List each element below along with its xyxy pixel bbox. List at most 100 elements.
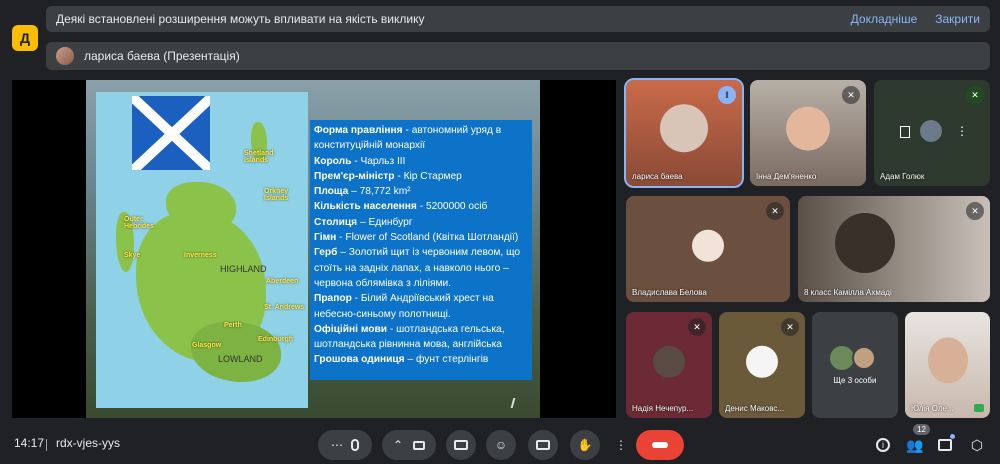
participant-name: лариса баева bbox=[632, 172, 683, 181]
map-label-skye: Skye bbox=[124, 252, 141, 259]
participant-face bbox=[927, 337, 968, 384]
participant-face bbox=[660, 104, 708, 153]
participant-name: Владислава Белова bbox=[632, 288, 707, 297]
mic-group: ⋯ bbox=[318, 430, 372, 460]
people-count-badge: 12 bbox=[913, 424, 930, 435]
info-row: Король - Чарльз III bbox=[314, 156, 405, 167]
presentation-stage[interactable]: Shetland Islands Orkney Islands Outer He… bbox=[12, 80, 616, 418]
camera-icon bbox=[974, 404, 984, 412]
participant-name: 8 класс Камілла Ахмаді bbox=[804, 288, 892, 297]
info-value: Кір Стармер bbox=[403, 170, 462, 182]
notice-details-link[interactable]: Докладніше bbox=[851, 12, 918, 26]
activities-button[interactable]: ⬡ bbox=[966, 434, 988, 456]
map-land-south bbox=[191, 322, 281, 382]
app-icon[interactable]: Д bbox=[12, 25, 38, 51]
leave-call-button[interactable] bbox=[636, 430, 684, 460]
presenter-avatar bbox=[56, 47, 74, 65]
speaking-icon: ‖ bbox=[718, 86, 736, 104]
participant-name: Адам Голюк bbox=[880, 172, 925, 181]
end-call-icon bbox=[652, 442, 668, 448]
participant-tile-9[interactable]: Юлія Оле... bbox=[905, 312, 990, 418]
participant-tile-1[interactable]: ‖ лариса баева bbox=[624, 78, 744, 188]
slide: Shetland Islands Orkney Islands Outer He… bbox=[86, 80, 540, 418]
mic-off-icon: ✕ bbox=[966, 86, 984, 104]
info-row: Прапор - Білий Андріївський хрест на неб… bbox=[314, 293, 494, 319]
participant-tile-7[interactable]: ✕ Денис Маковс... bbox=[719, 312, 805, 418]
info-button[interactable]: i bbox=[872, 434, 894, 456]
info-key: Кількість населення bbox=[314, 201, 417, 213]
notice-close-link[interactable]: Закрити bbox=[935, 12, 980, 26]
reactions-button[interactable]: ☺ bbox=[486, 430, 516, 460]
map-label-highland: HIGHLAND bbox=[220, 264, 267, 274]
more-options-icon[interactable]: ⋮ bbox=[956, 124, 968, 138]
participant-tile-5[interactable]: ✕ 8 класс Камілла Ахмаді bbox=[798, 196, 990, 302]
info-row: Герб – Золотий щит із червоним левом, що… bbox=[314, 247, 520, 289]
info-row: Грошова одиниця – фунт стерлінгів bbox=[314, 354, 488, 365]
info-key: Прем'єр-міністр bbox=[314, 170, 395, 182]
info-icon: i bbox=[876, 438, 890, 452]
info-row: Офіційні мови - шотландська гельська, шо… bbox=[314, 324, 505, 350]
participant-tile-more[interactable]: Ще 3 особи bbox=[812, 312, 898, 418]
mic-off-icon: ✕ bbox=[842, 86, 860, 104]
people-icon: 👥 bbox=[906, 436, 924, 453]
info-key: Офіційні мови bbox=[314, 323, 387, 335]
present-button[interactable] bbox=[446, 430, 476, 460]
more-vert-icon: ⋮ bbox=[615, 438, 627, 452]
more-participants-label: Ще 3 особи bbox=[833, 376, 877, 385]
presenter-bar: лариса баева (Презентація) bbox=[46, 42, 990, 70]
meeting-code[interactable]: rdx-vjes-yys bbox=[56, 436, 120, 450]
info-row: Кількість населення - 5200000 осіб bbox=[314, 201, 487, 212]
info-value: Flower of Scotland (Квітка Шотландії) bbox=[345, 232, 519, 244]
pin-icon[interactable] bbox=[900, 126, 910, 138]
mic-options-icon[interactable]: ⋯ bbox=[331, 438, 343, 452]
info-key: Король bbox=[314, 155, 352, 167]
presenter-label: лариса баева (Презентація) bbox=[84, 49, 240, 63]
scotland-flag bbox=[132, 96, 210, 170]
app-icon-glyph: Д bbox=[20, 30, 30, 46]
info-key: Площа bbox=[314, 186, 349, 198]
scotland-map: Shetland Islands Orkney Islands Outer He… bbox=[96, 92, 308, 408]
map-label-st-andrews: St. Andrews bbox=[264, 304, 305, 311]
captions-button[interactable] bbox=[528, 430, 558, 460]
divider bbox=[46, 439, 47, 451]
notice-message: Деякі встановлені розширення можуть впли… bbox=[56, 12, 425, 26]
info-value: 5200000 осіб bbox=[425, 201, 488, 213]
map-label-aberdeen: Aberdeen bbox=[266, 278, 299, 285]
people-button[interactable]: 👥 bbox=[904, 434, 926, 456]
map-label-orkney: Orkney Islands bbox=[264, 188, 289, 202]
info-row: Площа – 78,772 km² bbox=[314, 186, 411, 197]
more-avatar-2 bbox=[852, 346, 876, 370]
participant-tile-2[interactable]: ✕ Інна Дем'яненко bbox=[750, 80, 866, 186]
info-row: Гімн - Flower of Scotland (Квітка Шотлан… bbox=[314, 232, 518, 243]
info-row: Форма правління - автономний уряд в конс… bbox=[314, 125, 501, 151]
participant-name: Денис Маковс... bbox=[725, 404, 785, 413]
map-label-outer-hebrides: Outer Hebrides bbox=[124, 216, 154, 230]
mic-off-icon: ✕ bbox=[781, 318, 799, 336]
info-value: фунт стерлінгів bbox=[415, 354, 489, 366]
participant-tile-3[interactable]: ⋮ ✕ Адам Голюк bbox=[874, 80, 990, 186]
info-separator: – bbox=[348, 186, 360, 198]
participant-name: Інна Дем'яненко bbox=[756, 172, 817, 181]
participant-tile-6[interactable]: ✕ Надія Нечепур... bbox=[626, 312, 712, 418]
more-avatar-1 bbox=[830, 346, 854, 370]
emoji-icon: ☺ bbox=[494, 438, 508, 452]
microphone-icon[interactable] bbox=[351, 439, 359, 451]
captions-icon bbox=[536, 440, 550, 450]
info-key: Прапор bbox=[314, 293, 352, 305]
participant-face bbox=[786, 106, 830, 151]
info-separator: – bbox=[357, 216, 369, 228]
info-key: Герб bbox=[314, 247, 338, 259]
more-options-button[interactable]: ⋮ bbox=[606, 430, 636, 460]
camera-icon[interactable] bbox=[413, 440, 426, 450]
map-label-perth: Perth bbox=[224, 322, 242, 329]
clock: 14:17 bbox=[14, 436, 45, 450]
extensions-notice: Деякі встановлені розширення можуть впли… bbox=[46, 6, 990, 32]
participant-tile-4[interactable]: ✕ Владислава Белова bbox=[626, 196, 790, 302]
raise-hand-button[interactable]: ✋ bbox=[570, 430, 600, 460]
camera-group: ⌃ bbox=[382, 430, 436, 460]
camera-options-icon[interactable]: ⌃ bbox=[393, 438, 403, 452]
info-separator: - bbox=[416, 201, 426, 213]
slide-info-box: Форма правління - автономний уряд в конс… bbox=[310, 120, 532, 380]
info-key: Грошова одиниця bbox=[314, 354, 405, 366]
info-key: Гімн bbox=[314, 232, 337, 244]
